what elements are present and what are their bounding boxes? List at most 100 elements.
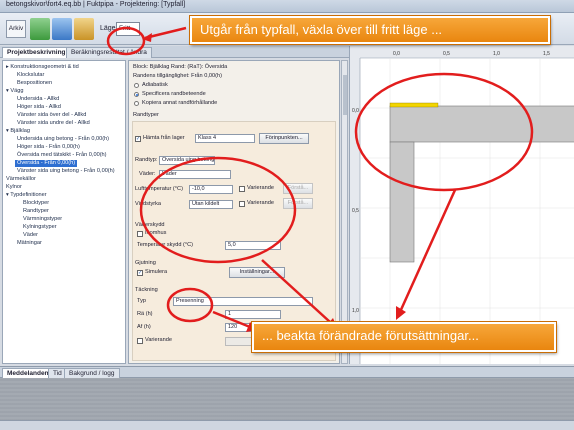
callout-bottom: ... beakta förändrade förutsättningar... [252, 322, 556, 352]
tree-item[interactable]: ▾ Vägg [6, 88, 23, 95]
varierande-tackning-label: Varierande [145, 337, 172, 343]
tree-item[interactable]: Bespositionen [17, 80, 52, 87]
title-bar: betongskivor\fort4.eq.bb | Fuktpipa - Pr… [0, 0, 574, 13]
main-tabs: Projektbeskrivning Beräkningsresultat / … [0, 46, 360, 58]
typ-select[interactable]: Presenning [173, 297, 313, 306]
vader-label: Väder: [139, 171, 156, 177]
new-project-icon[interactable] [30, 18, 50, 40]
forsta-button[interactable]: Förstå... [283, 183, 313, 194]
tab-projektbeskrivning[interactable]: Projektbeskrivning [2, 47, 71, 58]
radio-label: Specificera randbeteende [142, 91, 206, 97]
window-title: betongskivor\fort4.eq.bb | Fuktpipa - Pr… [6, 1, 186, 8]
varierande-tackning-checkbox[interactable] [137, 338, 143, 344]
ruler-x-label: 0,5 [443, 51, 450, 57]
tree-item[interactable]: Randtyper [23, 208, 49, 215]
tree-item[interactable]: Blocktyper [23, 200, 49, 207]
save-project-icon[interactable] [74, 18, 94, 40]
tree-item[interactable]: Undersida uing betong - Från 0,00(h) [17, 136, 109, 143]
tree-item[interactable]: ▾ Bjälklag [6, 128, 30, 135]
temp-skydd-label: Temperatur skydd (°C) [137, 242, 194, 248]
section-vaderskydd: Väderskydd [135, 222, 165, 228]
randtyp-label: Randtyp: [135, 157, 158, 163]
klass-select[interactable]: Klass 4 [195, 134, 255, 143]
geometry-canvas[interactable]: 0,0 0,5 1,0 1,5 0,0 0,5 1,0 [349, 46, 574, 364]
forinpunkten-button[interactable]: Förinpunkten... [259, 133, 309, 144]
ruler-x-label: 1,5 [543, 51, 550, 57]
tree-item[interactable]: Kylningstyper [23, 224, 57, 231]
forsta-button[interactable]: Förstå... [283, 198, 313, 209]
varierande-checkbox[interactable] [239, 186, 245, 192]
vader-select[interactable]: Väder [159, 170, 231, 179]
tab-berakningsresultat[interactable]: Beräkningsresultat / ändra [66, 47, 152, 58]
radio-adiabatisk[interactable] [134, 83, 139, 88]
inomhus-label: Inomhus [145, 230, 167, 236]
simulera-label: Simulera [145, 269, 168, 275]
status-bar [0, 420, 574, 430]
ruler-x-label: 0,0 [393, 51, 400, 57]
hamta-checkbox[interactable]: ✓ [135, 136, 141, 142]
tree-item[interactable]: Vänster sida undre del - Allkd [17, 120, 90, 127]
tree-item[interactable]: Undersida - Allkd [17, 96, 59, 103]
tree-item[interactable]: Höger sida - Allkd [17, 104, 61, 111]
props-subheader: Randens tillgänglighet: Från 0,00(h) [133, 73, 222, 79]
tree-item[interactable]: Kylnor [6, 184, 22, 191]
ruler-y-label: 0,0 [352, 108, 359, 114]
tree-item[interactable]: Höger sida - Från 0,00(h) [17, 144, 80, 151]
rh-label: Rä (h) [137, 311, 153, 317]
splitter-scrollbar[interactable] [341, 60, 348, 364]
bottom-tabs: Meddelanden Tid Bakgrund / logg [0, 366, 574, 379]
messages-panel [0, 378, 574, 420]
varierande-checkbox[interactable] [239, 201, 245, 207]
tree-item[interactable]: ▸ Konstruktionsgeometri & tid [6, 64, 79, 71]
ruler-x-label: 1,0 [493, 51, 500, 57]
radio-specificera[interactable] [134, 92, 139, 97]
randtyp-select[interactable]: Översida uing betong [159, 156, 215, 165]
project-tree: ▸ Konstruktionsgeometri & tid Klocksluta… [2, 60, 126, 364]
callout-top: Utgår från typfall, växla över till frit… [190, 16, 550, 44]
mode-label: Läge [100, 25, 116, 32]
left-ruler [350, 46, 360, 364]
vindstyrka-label: Vindstyrka [135, 201, 162, 207]
open-project-icon[interactable] [52, 18, 72, 40]
varierande-label: Varierande [247, 200, 274, 206]
app-window: betongskivor\fort4.eq.bb | Fuktpipa - Pr… [0, 0, 574, 430]
wall-shape [389, 141, 415, 263]
geometry-drawing: 0,0 0,5 1,0 1,5 0,0 0,5 1,0 [350, 46, 574, 364]
af-label: Af (h) [137, 324, 151, 330]
props-header: Block: Bjälklag Rand: (RaT): Översida [133, 64, 228, 70]
selected-edge-highlight [389, 102, 439, 108]
vindstyrka-select[interactable]: Utan kildelt [189, 200, 233, 209]
ruler-y-label: 1,0 [352, 308, 359, 314]
radio-kopiera[interactable] [134, 101, 139, 106]
radio-label: Kopiera annat randförhållande [142, 100, 218, 106]
tree-item[interactable]: Översida med tätskikt - Från 0,00(h) [17, 152, 107, 159]
installningar-button[interactable]: Inställningar... [229, 267, 285, 278]
rh-input[interactable]: 1 [225, 310, 281, 319]
hamta-label: Hämta från lager [143, 135, 185, 141]
tree-item[interactable]: Mätningar [17, 240, 42, 247]
tree-item[interactable]: Värmningstyper [23, 216, 62, 223]
properties-panel: Block: Bjälklag Rand: (RaT): Översida Ra… [128, 60, 340, 364]
top-ruler [350, 46, 574, 58]
inomhus-checkbox[interactable] [137, 231, 143, 237]
lufttemp-input[interactable]: -10,0 [189, 185, 233, 194]
tree-item[interactable]: Klockslutar [17, 72, 44, 79]
lufttemp-label: Lufttemperatur (°C) [135, 186, 183, 192]
section-tackning: Täckning [135, 287, 158, 293]
tree-item[interactable]: Vänster sida över del - Allkd [17, 112, 86, 119]
temp-skydd-input[interactable]: 5,0 [225, 241, 281, 250]
mode-select[interactable]: Fritt [116, 22, 140, 36]
tree-item-selected[interactable]: Översida - Från 0,00(h) [15, 160, 78, 167]
ruler-y-label: 0,5 [352, 208, 359, 214]
tree-item[interactable]: ▾ Typdefinitioner [6, 192, 47, 199]
arkiv-button[interactable]: Arkiv [6, 20, 26, 38]
simulera-checkbox[interactable]: ✓ [137, 270, 143, 276]
section-randtyper: Randtyper [133, 112, 159, 118]
radio-label: Adiabatisk [142, 82, 168, 88]
tree-item[interactable]: Vänster sida uing betong - Från 0,00(h) [17, 168, 115, 175]
scroll-thumb[interactable] [343, 75, 347, 115]
tree-item[interactable]: Väder [23, 232, 38, 239]
tree-item[interactable]: Värmekällor [6, 176, 36, 183]
slab-shape [389, 105, 574, 143]
section-gjutning: Gjutning [135, 260, 156, 266]
